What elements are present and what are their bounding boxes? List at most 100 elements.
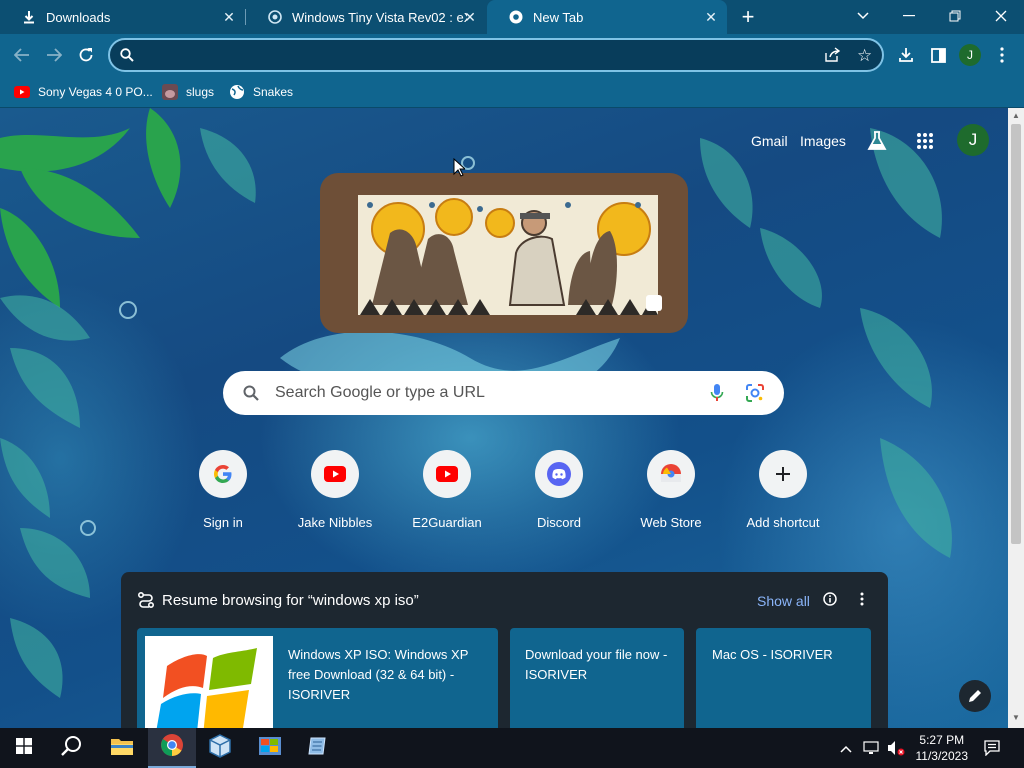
windows-logo-icon: [16, 737, 32, 759]
taskbar-search-button[interactable]: [48, 728, 96, 768]
taskbar-virtualbox[interactable]: [196, 728, 244, 768]
side-panel-icon[interactable]: [925, 42, 951, 68]
minimize-button[interactable]: [886, 0, 932, 32]
shortcut-label: Add shortcut: [746, 515, 820, 530]
tab-title: Downloads: [46, 9, 111, 25]
windows-taskbar: 5:27 PM 11/3/2023: [0, 728, 1024, 768]
labs-flask-icon[interactable]: [866, 130, 888, 157]
share-icon[interactable]: [824, 47, 841, 68]
restore-button[interactable]: [932, 0, 978, 32]
virtual-box-cube-icon: [209, 733, 231, 763]
search-icon: [243, 385, 259, 406]
volume-muted-icon[interactable]: [887, 740, 905, 761]
taskbar-file-explorer[interactable]: [98, 728, 146, 768]
voice-search-mic-icon[interactable]: [710, 383, 724, 408]
downloads-icon[interactable]: [893, 42, 919, 68]
resume-card[interactable]: Mac OS - ISORIVER: [696, 628, 871, 728]
browser-toolbar: ☆ J: [0, 34, 1024, 76]
shortcut-e2guardian[interactable]: E2Guardian: [392, 450, 502, 540]
module-menu-icon[interactable]: [860, 592, 864, 611]
images-link[interactable]: Images: [800, 133, 846, 149]
plus-icon: [759, 450, 807, 498]
account-avatar[interactable]: J: [957, 124, 989, 156]
system-clock[interactable]: 5:27 PM 11/3/2023: [916, 732, 969, 764]
search-placeholder: Search Google or type a URL: [275, 384, 485, 401]
show-all-link[interactable]: Show all: [757, 593, 810, 609]
youtube-icon: [311, 450, 359, 498]
info-icon[interactable]: [823, 592, 837, 611]
webstore-icon: [647, 450, 695, 498]
shortcut-add[interactable]: Add shortcut: [728, 450, 838, 540]
bookmark-item[interactable]: slugs: [162, 82, 214, 102]
tab-close-icon[interactable]: ✕: [462, 9, 478, 25]
start-button[interactable]: [0, 728, 48, 768]
windows-xp-app-icon: [258, 734, 282, 763]
chrome-icon: [160, 733, 184, 762]
bookmark-label: Snakes: [253, 85, 294, 99]
windows-xp-logo-thumbnail: [145, 636, 273, 728]
tab-close-icon[interactable]: ✕: [703, 9, 719, 25]
scrollbar-thumb[interactable]: [1011, 124, 1021, 544]
clock-date: 11/3/2023: [915, 749, 969, 763]
customize-pencil-icon[interactable]: [959, 680, 991, 712]
gmail-link[interactable]: Gmail: [751, 133, 788, 149]
resume-browsing-title: Resume browsing for “windows xp iso”: [162, 592, 419, 609]
shortcut-web-store[interactable]: Web Store: [616, 450, 726, 540]
taskbar-chrome[interactable]: [148, 728, 196, 768]
shortcut-label: Discord: [536, 515, 582, 530]
back-button[interactable]: [9, 42, 35, 68]
journey-icon: [137, 591, 155, 614]
apps-grid-icon[interactable]: [916, 132, 934, 155]
tab-strip: Downloads ✕ Windows Tiny Vista Rev02 : e…: [0, 0, 1024, 34]
bookmarks-bar: Sony Vegas 4 0 PO... slugs Snakes: [0, 76, 1024, 108]
avatar-letter: J: [959, 44, 981, 66]
tab-new-tab[interactable]: New Tab ✕: [487, 0, 727, 34]
bookmark-item[interactable]: Snakes: [229, 82, 293, 102]
search-icon: [120, 48, 134, 67]
clock-time: 5:27 PM: [919, 733, 965, 747]
google-lens-icon[interactable]: [745, 383, 765, 408]
resume-card-title: Windows XP ISO: Windows XP free Download…: [288, 647, 469, 702]
google-icon: [199, 450, 247, 498]
shortcut-label: E2Guardian: [412, 515, 482, 530]
bookmark-label: slugs: [186, 85, 215, 99]
profile-avatar[interactable]: J: [957, 42, 983, 68]
tray-overflow-chevron-icon[interactable]: [840, 740, 852, 758]
bookmark-item[interactable]: Sony Vegas 4 0 PO...: [14, 82, 153, 102]
tab-downloads[interactable]: Downloads ✕: [0, 0, 245, 34]
reload-button[interactable]: [73, 42, 99, 68]
tab-windows-tiny-vista[interactable]: Windows Tiny Vista Rev02 : eXP ✕: [246, 0, 486, 34]
tab-title: New Tab: [533, 9, 584, 25]
shortcut-sign-in[interactable]: Sign in: [168, 450, 278, 540]
share-doodle-icon[interactable]: [646, 295, 662, 311]
network-icon[interactable]: [863, 740, 879, 761]
notepad-app-icon: [307, 735, 329, 762]
folder-icon: [110, 736, 134, 761]
taskbar-xp-app[interactable]: [246, 728, 294, 768]
shortcut-jake-nibbles[interactable]: Jake Nibbles: [280, 450, 390, 540]
new-tab-page: Gmail Images J Search Google or type a U…: [0, 108, 1008, 728]
scroll-down-arrow-icon[interactable]: ▼: [1012, 713, 1020, 722]
forward-button[interactable]: [41, 42, 67, 68]
kebab-menu-icon[interactable]: [989, 42, 1015, 68]
resume-card[interactable]: Download your file now - ISORIVER: [510, 628, 684, 728]
bookmark-label: Sony Vegas 4 0 PO...: [38, 85, 153, 99]
tab-close-icon[interactable]: ✕: [221, 9, 237, 25]
bookmark-star-icon[interactable]: ☆: [857, 46, 872, 66]
new-tab-plus-icon[interactable]: +: [736, 5, 760, 29]
google-doodle[interactable]: [320, 173, 688, 333]
chrome-icon: [509, 10, 523, 24]
youtube-icon: [14, 84, 30, 100]
download-icon: [22, 10, 36, 24]
close-window-button[interactable]: [978, 0, 1024, 32]
address-bar[interactable]: ☆: [108, 38, 884, 72]
scroll-up-arrow-icon[interactable]: ▲: [1012, 111, 1020, 120]
action-center-icon[interactable]: [984, 740, 1000, 761]
shortcut-discord[interactable]: Discord: [504, 450, 614, 540]
google-search-box[interactable]: Search Google or type a URL: [223, 371, 784, 415]
globe-icon: [229, 84, 245, 100]
slug-icon: [162, 84, 178, 100]
resume-card[interactable]: Windows XP ISO: Windows XP free Download…: [137, 628, 498, 728]
tab-search-chevron-icon[interactable]: [840, 0, 886, 32]
taskbar-app[interactable]: [294, 728, 342, 768]
